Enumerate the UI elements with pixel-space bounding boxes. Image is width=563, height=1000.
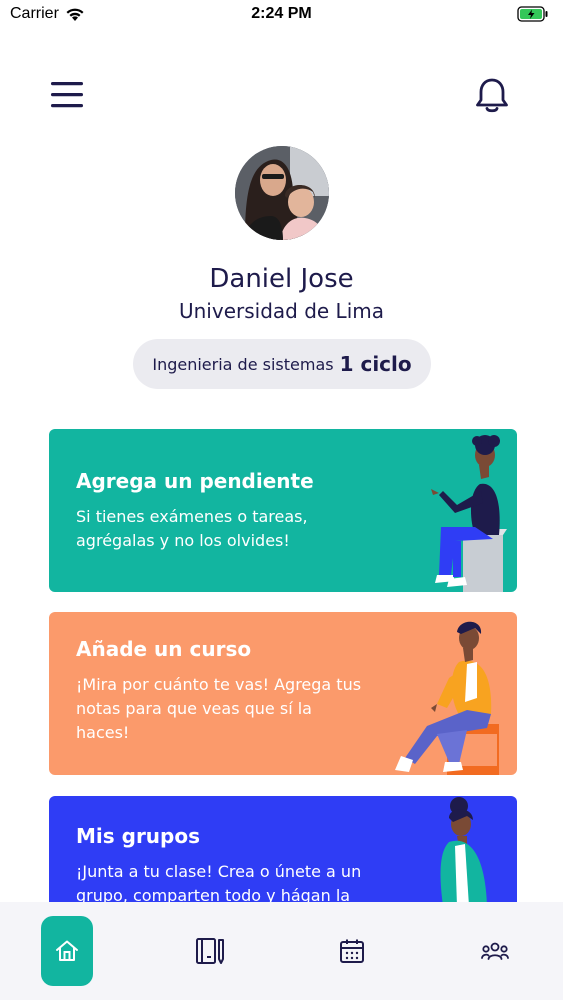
career-badge[interactable]: Ingenieria de sistemas 1 ciclo [133,339,431,389]
card-title: Mis grupos [76,824,201,848]
card-description: Si tienes exámenes o tareas, agrégalas y… [76,507,308,550]
student-illustration [395,621,499,775]
add-course-card[interactable]: Añade un curso ¡Mira por cuánto te vas! … [49,612,517,775]
card-title: Añade un curso [76,637,252,661]
add-task-card[interactable]: Agrega un pendiente Si tienes exámenes o… [49,429,517,592]
card-title: Agrega un pendiente [76,469,314,493]
menu-button[interactable] [50,80,84,110]
status-bar: Carrier 2:24 PM [0,0,563,30]
card-description: ¡Mira por cuánto te vas! Agrega tus nota… [76,675,362,742]
avatar-photo [235,146,329,240]
avatar[interactable] [235,146,329,240]
hamburger-menu-icon [51,82,83,108]
cycle-label: 1 ciclo [339,352,412,376]
nav-home[interactable] [41,916,93,986]
courses-icon [196,938,224,964]
groups-icon [481,942,509,960]
home-icon [56,940,78,961]
nav-groups[interactable] [469,916,521,986]
student-girl-illustration [440,797,487,906]
profile-university: Universidad de Lima [178,299,384,323]
clock: 2:24 PM [251,5,312,22]
bottom-nav [0,902,563,1000]
notifications-button[interactable] [474,76,510,114]
profile-name: Daniel Jose [209,264,354,294]
nav-courses[interactable] [184,916,236,986]
career-label: Ingenieria de sistemas [152,354,334,374]
calendar-icon [340,939,364,963]
battery-icon [517,6,549,26]
bell-icon [476,78,508,113]
my-groups-card[interactable]: Mis grupos ¡Junta a tu clase! Crea o úne… [49,796,517,906]
sitting-person-illustration [431,435,507,592]
card-description: ¡Junta a tu clase! Crea o únete a un gru… [76,862,362,905]
nav-calendar[interactable] [326,916,378,986]
